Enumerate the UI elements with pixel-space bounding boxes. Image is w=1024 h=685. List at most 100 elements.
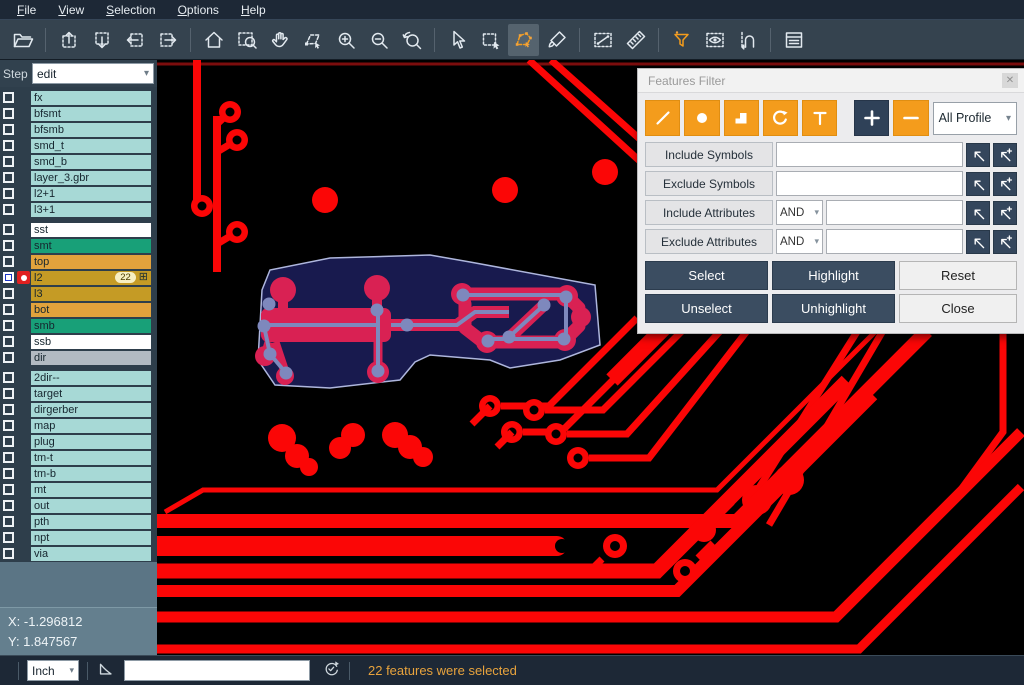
layer-row[interactable]: mt ⊞ bbox=[0, 482, 157, 497]
layer-row[interactable]: l3 ⊞ bbox=[0, 286, 157, 301]
layer-row[interactable]: top ⊞ bbox=[0, 254, 157, 269]
exclude-attributes-input[interactable] bbox=[826, 229, 963, 254]
view-options-icon[interactable] bbox=[699, 24, 730, 56]
layer-bar[interactable]: fx ⊞ bbox=[31, 91, 151, 105]
pan-left-icon[interactable] bbox=[119, 24, 150, 56]
menu-help[interactable]: Help bbox=[230, 0, 277, 20]
exclude-attributes-button[interactable]: Exclude Attributes bbox=[645, 229, 773, 254]
layer-visibility-checkbox[interactable] bbox=[3, 388, 14, 399]
exclude-symbols-input[interactable] bbox=[776, 171, 963, 196]
layer-row[interactable]: bot ⊞ bbox=[0, 302, 157, 317]
layer-bar[interactable]: ssb ⊞ bbox=[31, 335, 151, 349]
pan-up-icon[interactable] bbox=[53, 24, 84, 56]
layer-bar[interactable]: layer_3.gbr ⊞ bbox=[31, 171, 151, 185]
highlight-button[interactable]: Highlight bbox=[772, 261, 895, 290]
layer-bar[interactable]: tm-b ⊞ bbox=[31, 467, 151, 481]
layer-row[interactable]: tm-b ⊞ bbox=[0, 466, 157, 481]
layer-visibility-checkbox[interactable] bbox=[3, 156, 14, 167]
layer-visibility-checkbox[interactable] bbox=[3, 256, 14, 267]
layer-bar[interactable]: mt ⊞ bbox=[31, 483, 151, 497]
layer-bar[interactable]: smd_t ⊞ bbox=[31, 139, 151, 153]
layer-bar[interactable]: smd_b ⊞ bbox=[31, 155, 151, 169]
layer-bar[interactable]: npt ⊞ bbox=[31, 531, 151, 545]
zoom-in-icon[interactable] bbox=[330, 24, 361, 56]
layer-row[interactable]: 2dir-- ⊞ bbox=[0, 370, 157, 385]
layer-row[interactable]: tm-t ⊞ bbox=[0, 450, 157, 465]
layer-visibility-checkbox[interactable] bbox=[3, 188, 14, 199]
layer-visibility-checkbox[interactable] bbox=[3, 420, 14, 431]
layer-visibility-checkbox[interactable] bbox=[3, 452, 14, 463]
layer-visibility-checkbox[interactable] bbox=[3, 224, 14, 235]
layer-visibility-checkbox[interactable] bbox=[3, 288, 14, 299]
pan-down-icon[interactable] bbox=[86, 24, 117, 56]
layer-bar[interactable]: dir ⊞ bbox=[31, 351, 151, 365]
layer-row[interactable]: smb ⊞ bbox=[0, 318, 157, 333]
layer-visibility-checkbox[interactable] bbox=[3, 124, 14, 135]
layer-visibility-checkbox[interactable] bbox=[3, 336, 14, 347]
layer-visibility-checkbox[interactable] bbox=[3, 436, 14, 447]
layer-bar[interactable]: dirgerber ⊞ bbox=[31, 403, 151, 417]
layer-visibility-checkbox[interactable] bbox=[3, 548, 14, 559]
layer-bar[interactable]: l2+1 ⊞ bbox=[31, 187, 151, 201]
select-cursor-icon[interactable] bbox=[442, 24, 473, 56]
angle-measure-icon[interactable] bbox=[96, 658, 116, 683]
layer-bar[interactable]: out ⊞ bbox=[31, 499, 151, 513]
pick-add-arrow-icon[interactable] bbox=[993, 201, 1017, 225]
pick-add-arrow-icon[interactable] bbox=[993, 230, 1017, 254]
layer-visibility-checkbox[interactable] bbox=[3, 516, 14, 527]
step-select[interactable]: edit ▾ bbox=[32, 63, 154, 84]
pick-add-arrow-icon[interactable] bbox=[993, 172, 1017, 196]
layer-row[interactable]: fx ⊞ bbox=[0, 90, 157, 105]
dialog-titlebar[interactable]: Features Filter ✕ bbox=[638, 69, 1024, 93]
layers-panel-icon[interactable] bbox=[778, 24, 809, 56]
zoom-out-icon[interactable] bbox=[363, 24, 394, 56]
polygon-select-icon[interactable] bbox=[508, 24, 539, 56]
command-input[interactable] bbox=[124, 660, 310, 681]
layer-bar[interactable]: via ⊞ bbox=[31, 547, 151, 561]
layer-bar[interactable]: smb ⊞ bbox=[31, 319, 151, 333]
arc-tool-button[interactable] bbox=[763, 100, 798, 136]
layer-bar[interactable]: bfsmt ⊞ bbox=[31, 107, 151, 121]
layer-bar[interactable]: map ⊞ bbox=[31, 419, 151, 433]
close-button[interactable]: Close bbox=[899, 294, 1017, 323]
include-attributes-input[interactable] bbox=[826, 200, 963, 225]
layer-row[interactable]: l3+1 ⊞ bbox=[0, 202, 157, 217]
layer-row[interactable]: l2 22 ⊞ bbox=[0, 270, 157, 285]
layer-row[interactable]: target ⊞ bbox=[0, 386, 157, 401]
layer-row[interactable]: via ⊞ bbox=[0, 546, 157, 561]
layer-visibility-checkbox[interactable] bbox=[3, 108, 14, 119]
pick-add-arrow-icon[interactable] bbox=[993, 143, 1017, 167]
close-icon[interactable]: ✕ bbox=[1002, 73, 1018, 88]
layer-bar[interactable]: bot ⊞ bbox=[31, 303, 151, 317]
layer-row[interactable]: l2+1 ⊞ bbox=[0, 186, 157, 201]
layer-row[interactable]: pth ⊞ bbox=[0, 514, 157, 529]
include-symbols-input[interactable] bbox=[776, 142, 963, 167]
select-button[interactable]: Select bbox=[645, 261, 768, 290]
layer-row[interactable]: bfsmb ⊞ bbox=[0, 122, 157, 137]
layer-bar[interactable]: plug ⊞ bbox=[31, 435, 151, 449]
line-tool-button[interactable] bbox=[645, 100, 680, 136]
layer-visibility-checkbox[interactable] bbox=[3, 204, 14, 215]
layer-row[interactable]: plug ⊞ bbox=[0, 434, 157, 449]
layer-bar[interactable]: smt ⊞ bbox=[31, 239, 151, 253]
sync-icon[interactable] bbox=[322, 659, 341, 683]
layer-bar[interactable]: tm-t ⊞ bbox=[31, 451, 151, 465]
layer-row[interactable]: smt ⊞ bbox=[0, 238, 157, 253]
layer-row[interactable]: dirgerber ⊞ bbox=[0, 402, 157, 417]
layer-visibility-checkbox[interactable] bbox=[3, 320, 14, 331]
layer-row[interactable]: layer_3.gbr ⊞ bbox=[0, 170, 157, 185]
pan-right-icon[interactable] bbox=[152, 24, 183, 56]
pick-arrow-icon[interactable] bbox=[966, 201, 990, 225]
layer-visibility-checkbox[interactable] bbox=[3, 404, 14, 415]
pick-arrow-icon[interactable] bbox=[966, 172, 990, 196]
zoom-home-icon[interactable] bbox=[198, 24, 229, 56]
menu-view[interactable]: View bbox=[47, 0, 95, 20]
surface-tool-button[interactable] bbox=[724, 100, 759, 136]
layer-visibility-checkbox[interactable] bbox=[3, 532, 14, 543]
layer-bar[interactable]: 2dir-- ⊞ bbox=[31, 371, 151, 385]
zoom-previous-icon[interactable] bbox=[396, 24, 427, 56]
layer-row[interactable]: smd_t ⊞ bbox=[0, 138, 157, 153]
layer-bar[interactable]: bfsmb ⊞ bbox=[31, 123, 151, 137]
paint-brush-icon[interactable] bbox=[541, 24, 572, 56]
add-filter-button[interactable] bbox=[854, 100, 889, 136]
